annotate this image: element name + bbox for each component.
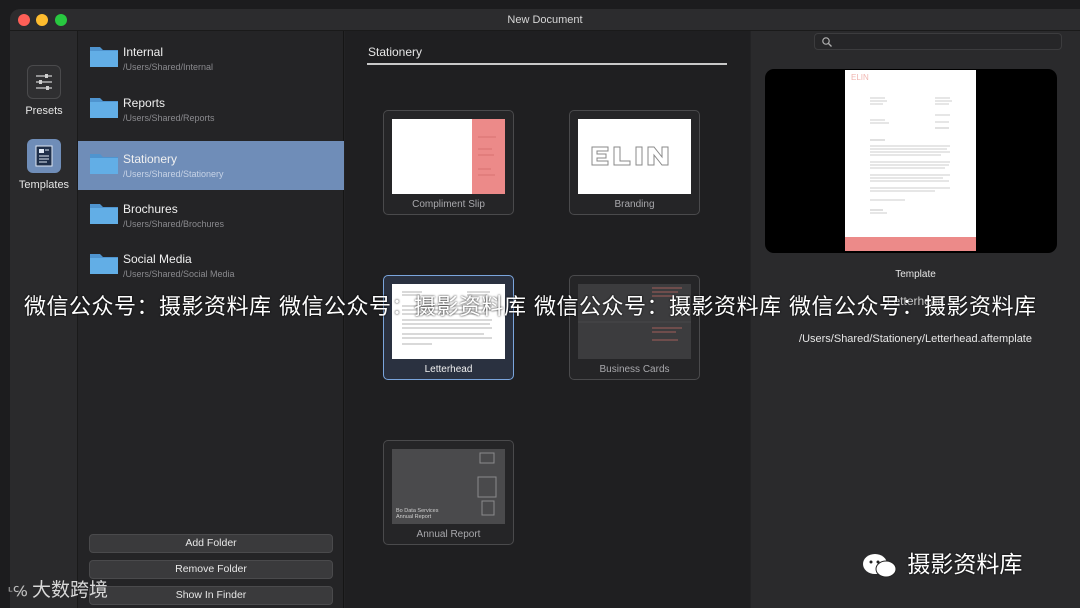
presets-label: Presets bbox=[25, 105, 63, 117]
folder-path: /Users/Shared/Social Media bbox=[123, 269, 235, 279]
search-field[interactable] bbox=[814, 33, 1062, 50]
folder-name: Social Media bbox=[123, 252, 192, 266]
template-thumbnail: Bo Data Services Annual Report bbox=[392, 449, 505, 524]
folder-item-stationery[interactable]: Stationery /Users/Shared/Stationery bbox=[78, 141, 344, 190]
svg-text:Annual Report: Annual Report bbox=[396, 514, 432, 520]
presets-button[interactable]: Presets bbox=[10, 65, 78, 117]
folder-icon bbox=[90, 204, 118, 224]
folder-icon bbox=[90, 154, 118, 174]
folder-name: Reports bbox=[123, 96, 166, 110]
folder-icon bbox=[90, 254, 118, 274]
sliders-icon bbox=[27, 65, 61, 99]
folder-icon bbox=[90, 47, 118, 67]
folder-path: /Users/Shared/Reports bbox=[123, 113, 215, 123]
templates-button[interactable]: Templates bbox=[10, 139, 78, 191]
watermark-bottom-right: 摄影资料库 bbox=[860, 545, 1022, 581]
template-tile-compliment-slip[interactable]: Compliment Slip bbox=[383, 110, 514, 215]
template-document-icon bbox=[27, 139, 61, 173]
logo-icon: ᶫ℅ bbox=[8, 584, 32, 600]
title-bar: New Document bbox=[10, 9, 1080, 31]
preview-image: ELIN bbox=[765, 69, 1057, 253]
folder-name: Brochures bbox=[123, 202, 178, 216]
template-label: Letterhead bbox=[424, 364, 473, 375]
folder-name: Internal bbox=[123, 45, 164, 59]
search-input[interactable] bbox=[835, 35, 1055, 48]
section-title: Stationery bbox=[368, 45, 423, 59]
watermark-bottom-right-text: 摄影资料库 bbox=[907, 552, 1023, 578]
add-folder-button[interactable]: Add Folder bbox=[89, 534, 333, 553]
folder-item-reports[interactable]: Reports /Users/Shared/Reports bbox=[78, 85, 344, 134]
folder-item-social-media[interactable]: Social Media /Users/Shared/Social Media bbox=[78, 241, 344, 290]
watermark-bottom-left: ᶫ℅ 大数跨境 bbox=[8, 575, 108, 602]
folder-item-brochures[interactable]: Brochures /Users/Shared/Brochures bbox=[78, 191, 344, 240]
window-title: New Document bbox=[507, 14, 583, 26]
template-thumbnail bbox=[392, 119, 505, 194]
template-label: Annual Report bbox=[416, 529, 481, 540]
folder-icon bbox=[90, 98, 118, 118]
watermark-bottom-left-text: 大数跨境 bbox=[31, 579, 108, 601]
preview-path: /Users/Shared/Stationery/Letterhead.afte… bbox=[799, 333, 1032, 345]
templates-label: Templates bbox=[18, 179, 70, 191]
template-label: Business Cards bbox=[599, 364, 670, 375]
folder-item-internal[interactable]: Internal /Users/Shared/Internal bbox=[78, 34, 344, 83]
template-tile-annual-report[interactable]: Bo Data Services Annual Report Annual Re… bbox=[383, 440, 514, 545]
svg-text:ELIN: ELIN bbox=[851, 73, 869, 82]
folder-path: /Users/Shared/Internal bbox=[123, 62, 214, 72]
folder-name: Stationery bbox=[123, 152, 178, 166]
preview-page: ELIN bbox=[845, 70, 976, 251]
template-tile-branding[interactable]: Branding bbox=[569, 110, 700, 215]
section-divider bbox=[367, 63, 727, 65]
remove-folder-button[interactable]: Remove Folder bbox=[89, 560, 333, 579]
folder-path: /Users/Shared/Brochures bbox=[123, 219, 225, 229]
watermark-overlay: 微信公众号：摄影资料库 微信公众号：摄影资料库 微信公众号：摄影资料库 微信公众… bbox=[24, 295, 1037, 320]
preview-kind: Template bbox=[895, 269, 936, 280]
wechat-icon bbox=[863, 553, 897, 577]
template-label: Compliment Slip bbox=[412, 199, 485, 210]
show-in-finder-button[interactable]: Show In Finder bbox=[89, 586, 333, 605]
template-thumbnail bbox=[578, 119, 691, 194]
search-icon bbox=[822, 37, 832, 47]
folder-path: /Users/Shared/Stationery bbox=[123, 169, 224, 179]
template-label: Branding bbox=[614, 199, 655, 210]
